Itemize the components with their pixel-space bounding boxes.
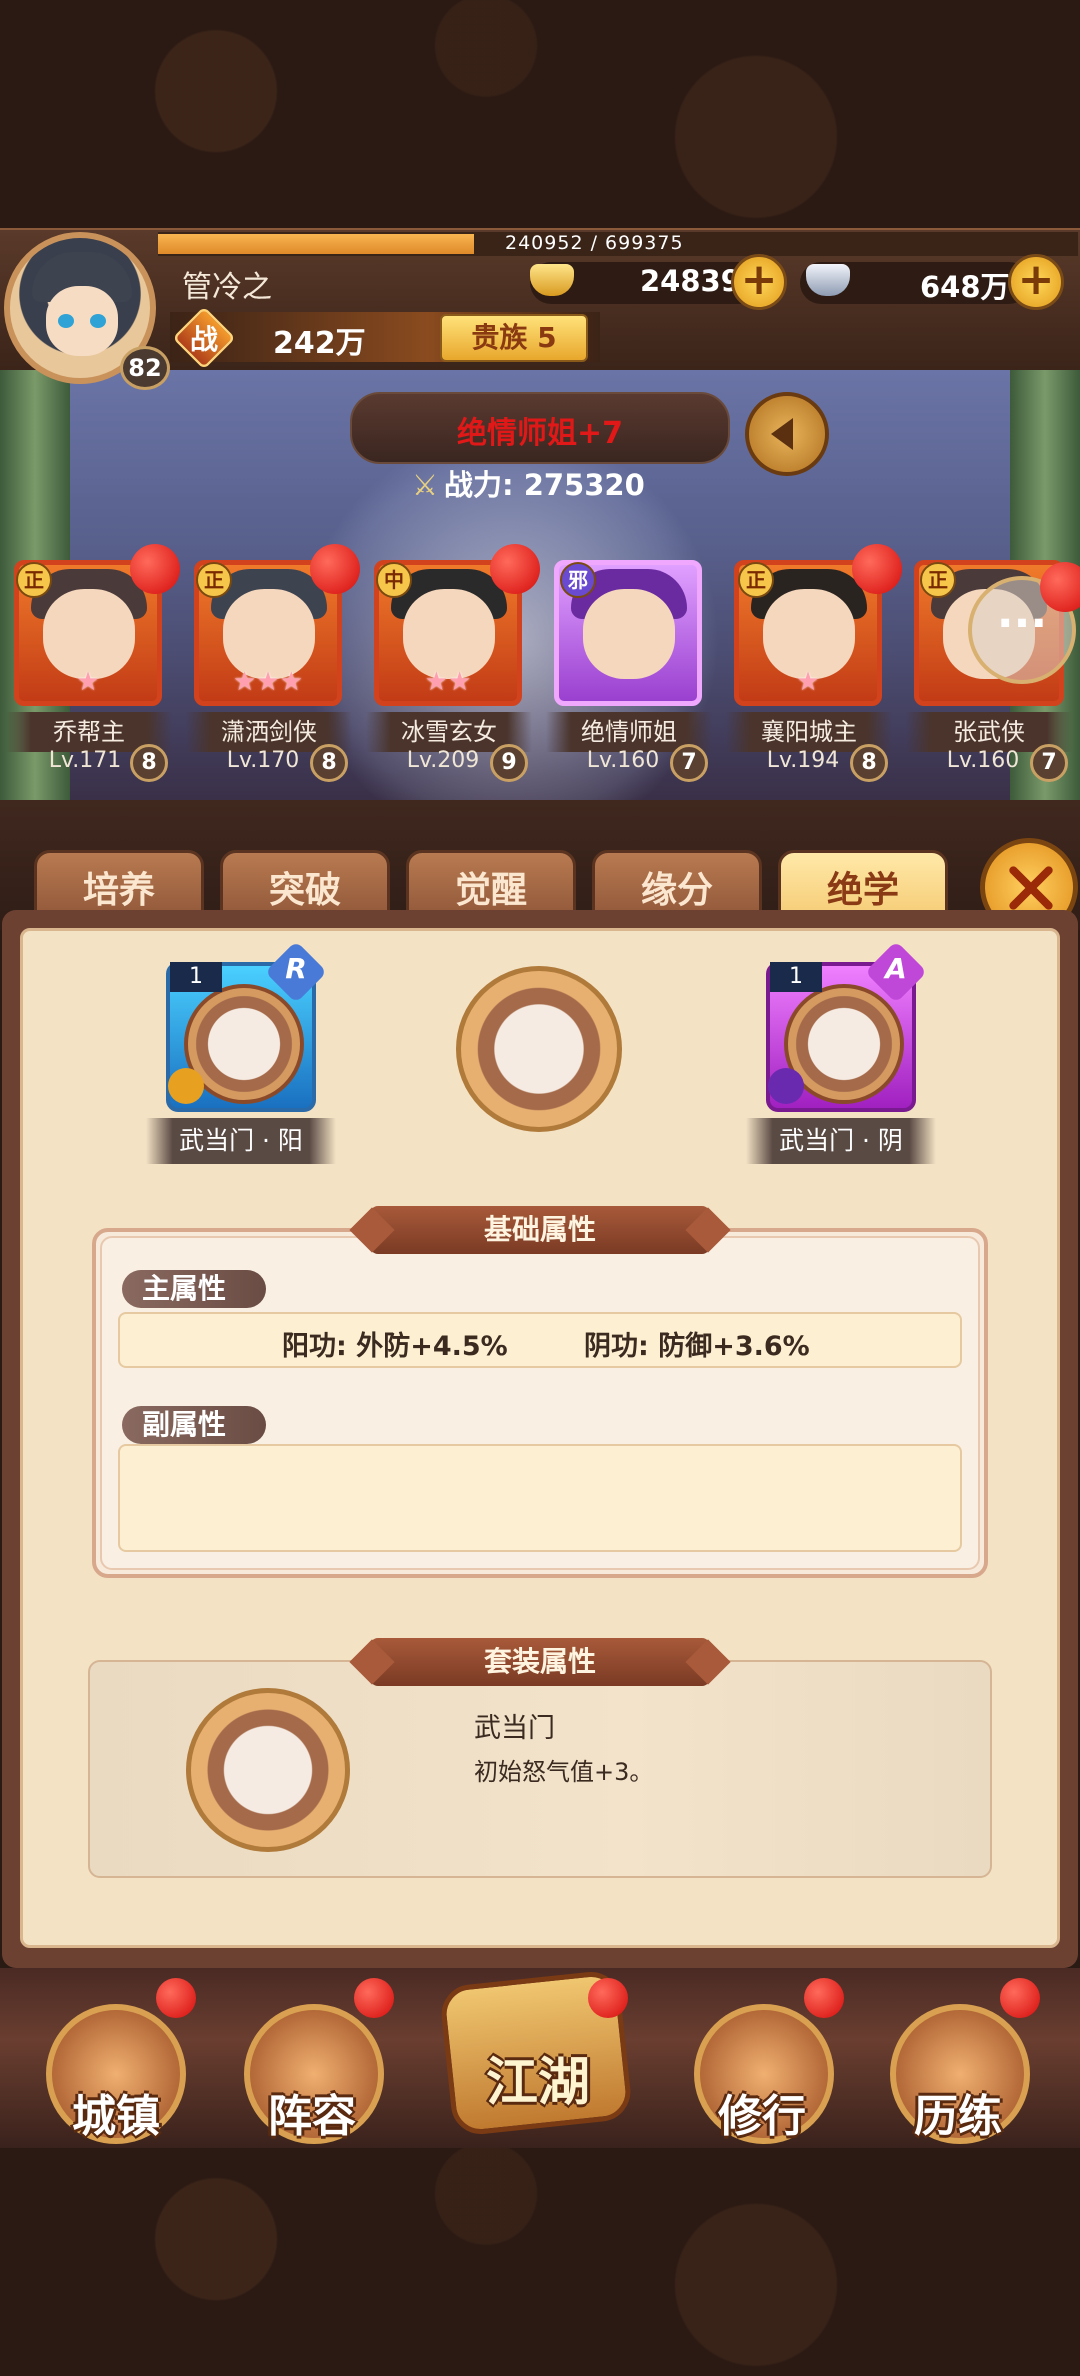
hero-face bbox=[403, 589, 495, 679]
player-name: 管冷之 bbox=[182, 270, 272, 305]
power-icon-text: 战 bbox=[189, 323, 218, 356]
skill-level: 1 bbox=[770, 962, 822, 992]
avatar-eye bbox=[90, 314, 106, 328]
hero-star-rank: 8 bbox=[850, 744, 888, 782]
top-background bbox=[0, 0, 1080, 228]
hero-title: 绝情师姐+7 bbox=[456, 416, 623, 451]
grade-letter: A bbox=[885, 952, 907, 985]
bottom-background bbox=[0, 2148, 1080, 2376]
silver-plus-icon[interactable]: + bbox=[1008, 254, 1064, 310]
moon-icon bbox=[768, 1068, 804, 1104]
avatar-face bbox=[46, 286, 118, 356]
nav-jianghu-label[interactable]: 江湖 bbox=[448, 2040, 628, 2115]
faction-badge: 正 bbox=[920, 562, 956, 598]
set-attrs-title: 套装属性 bbox=[370, 1638, 710, 1686]
faction-badge: 正 bbox=[196, 562, 232, 598]
notification-dot bbox=[852, 544, 902, 594]
avatar-eye bbox=[58, 314, 74, 328]
skill-label: 武当门 · 阴 bbox=[746, 1118, 936, 1164]
combat-power: ⚔ 战力: 275320 bbox=[412, 462, 645, 504]
crossed-swords-icon: ⚔ bbox=[412, 468, 438, 502]
notification-dot bbox=[490, 544, 540, 594]
hero-star-rank: 9 bbox=[490, 744, 528, 782]
notification-dot bbox=[310, 544, 360, 594]
hero-star-rank: 8 bbox=[310, 744, 348, 782]
player-power: 242万 bbox=[273, 326, 366, 361]
sound-icon[interactable] bbox=[745, 392, 829, 476]
base-attrs-title: 基础属性 bbox=[370, 1206, 710, 1254]
exp-text: 240952 / 699375 bbox=[505, 232, 684, 254]
gold-plus-icon[interactable]: + bbox=[731, 254, 787, 310]
nav-training-label[interactable]: 修行 bbox=[672, 2080, 852, 2144]
skill-label: 武当门 · 阳 bbox=[146, 1118, 336, 1164]
main-attr-yin: 阴功: 防御+3.6% bbox=[584, 1331, 810, 1362]
hero-level: Lv.170 bbox=[226, 748, 300, 773]
hero-face bbox=[763, 589, 855, 679]
hero-star-rank: 7 bbox=[670, 744, 708, 782]
notification-dot bbox=[1000, 1978, 1040, 2018]
set-name: 武当门 bbox=[474, 1713, 555, 1744]
combat-power-text: 战力: 275320 bbox=[444, 468, 645, 502]
noble-badge[interactable]: 贵族 5 bbox=[440, 314, 588, 362]
ultimate-scroll-icon[interactable] bbox=[456, 966, 622, 1132]
hero-level: Lv.160 bbox=[586, 748, 660, 773]
nav-lineup-label[interactable]: 阵容 bbox=[222, 2080, 402, 2144]
notification-dot bbox=[588, 1978, 628, 2018]
nav-town-label[interactable]: 城镇 bbox=[26, 2080, 206, 2144]
hero-face bbox=[583, 589, 675, 679]
hero-star-rank: 7 bbox=[1030, 744, 1068, 782]
hero-face bbox=[43, 589, 135, 679]
hero-stars: ★★★ bbox=[233, 667, 303, 697]
hero-level: Lv.160 bbox=[946, 748, 1020, 773]
hero-level: Lv.209 bbox=[406, 748, 480, 773]
faction-badge: 正 bbox=[738, 562, 774, 598]
grade-letter: R bbox=[285, 952, 307, 985]
sun-icon bbox=[168, 1068, 204, 1104]
hero-level: Lv.194 bbox=[766, 748, 840, 773]
notification-dot bbox=[156, 1978, 196, 2018]
faction-badge: 邪 bbox=[560, 562, 596, 598]
notification-dot bbox=[354, 1978, 394, 2018]
nav-trial-label[interactable]: 历练 bbox=[868, 2080, 1048, 2144]
main-attr-yang: 阳功: 外防+4.5% bbox=[282, 1331, 508, 1362]
set-desc: 初始怒气值+3。 bbox=[474, 1758, 654, 1786]
faction-badge: 中 bbox=[376, 562, 412, 598]
sub-attr-bar bbox=[118, 1444, 962, 1552]
set-scroll-icon bbox=[186, 1688, 350, 1852]
hero-stars: ★ bbox=[796, 667, 820, 697]
skill-level: 1 bbox=[170, 962, 222, 992]
notification-dot bbox=[130, 544, 180, 594]
sub-attr-tag: 副属性 bbox=[122, 1406, 266, 1444]
faction-badge: 正 bbox=[16, 562, 52, 598]
silver-amount: 648万 bbox=[920, 270, 1010, 304]
player-level-badge: 82 bbox=[120, 346, 170, 390]
notification-dot bbox=[804, 1978, 844, 2018]
hero-star-rank: 8 bbox=[130, 744, 168, 782]
exp-fill bbox=[158, 234, 474, 254]
hero-face bbox=[223, 589, 315, 679]
hero-stars: ★★ bbox=[424, 667, 472, 697]
main-attr-bar bbox=[118, 1312, 962, 1368]
gold-amount: 24839 bbox=[640, 264, 741, 298]
hero-stars: ★ bbox=[76, 667, 100, 697]
main-attr-tag: 主属性 bbox=[122, 1270, 266, 1308]
